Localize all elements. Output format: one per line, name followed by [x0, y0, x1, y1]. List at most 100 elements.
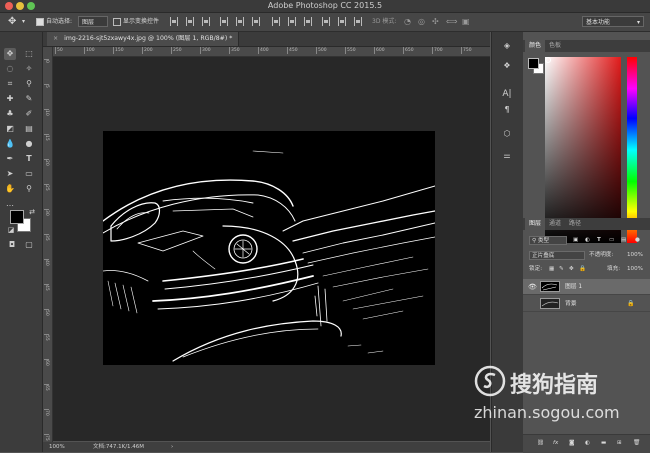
fill-value[interactable]: 100% — [627, 265, 643, 274]
workspace-dropdown[interactable]: 基本功能 ▾ — [582, 16, 644, 27]
3d-pan-icon[interactable]: ✣ — [432, 13, 439, 31]
lock-image-icon[interactable]: ✎ — [559, 265, 564, 274]
tab-paths[interactable]: 路径 — [565, 218, 585, 230]
3d-panel-icon[interactable]: ⬡ — [500, 128, 514, 140]
stamp-tool-icon[interactable]: ♣ — [4, 108, 16, 120]
more-tools-icon[interactable]: … — [4, 198, 16, 210]
lasso-tool-icon[interactable]: ◌ — [4, 63, 16, 75]
align-middle-icon[interactable] — [186, 17, 194, 26]
filter-adjustment-icon[interactable]: ◐ — [585, 236, 590, 245]
status-menu-arrow-icon[interactable]: › — [171, 442, 173, 452]
history-panel-icon[interactable]: ◈ — [500, 40, 514, 52]
tool-preset-chevron-icon[interactable]: ▾ — [22, 13, 25, 31]
layer-row[interactable]: 背景 🔒 — [523, 296, 650, 312]
fill-label: 填充: — [607, 266, 621, 272]
crop-tool-icon[interactable]: ⌗ — [4, 78, 16, 90]
tab-color[interactable]: 颜色 — [525, 40, 546, 52]
eye-icon[interactable]: 👁 — [528, 279, 537, 295]
distribute-bottom-icon[interactable] — [304, 17, 312, 26]
distribute-center-icon[interactable] — [338, 17, 346, 26]
lock-all-icon[interactable]: 🔒 — [579, 265, 586, 274]
brush-tool-icon[interactable]: ✎ — [23, 93, 35, 105]
zoom-tool-icon[interactable]: ⚲ — [23, 183, 35, 195]
vertical-ruler: 0 5 10 15 20 25 30 35 40 45 50 55 60 65 70 75 — [43, 47, 53, 442]
mask-icon[interactable]: ◙ — [569, 439, 574, 448]
layer-thumbnail — [540, 281, 560, 292]
auto-select-checkbox[interactable]: 自动选择: — [36, 13, 72, 31]
filter-toggle-icon[interactable]: ● — [635, 236, 640, 245]
adjustment-icon[interactable]: ◐ — [585, 439, 590, 448]
align-bottom-icon[interactable] — [202, 17, 210, 26]
move-tool-icon[interactable]: ✥ — [4, 48, 16, 60]
distribute-left-icon[interactable] — [322, 17, 330, 26]
filter-shape-icon[interactable]: ▭ — [609, 236, 614, 245]
trash-icon[interactable]: 🗑 — [633, 439, 640, 448]
hue-slider[interactable] — [627, 57, 637, 243]
move-tool-icon[interactable]: ✥ — [8, 13, 16, 31]
tab-channels[interactable]: 通道 — [545, 218, 565, 230]
document-tab[interactable]: × img-2216-sjt5zxawy4x.jpg @ 100% (图层 1,… — [47, 32, 240, 46]
tab-swatches[interactable]: 色板 — [545, 40, 565, 52]
eraser-tool-icon[interactable]: ◩ — [4, 123, 16, 135]
gradient-tool-icon[interactable]: ▤ — [23, 123, 35, 135]
layer-filter-dropdown[interactable]: ⚲ 类型 — [529, 236, 567, 245]
color-foreground-swatch[interactable] — [528, 58, 539, 69]
blend-mode-dropdown[interactable]: 正片叠底 — [529, 251, 585, 260]
hand-tool-icon[interactable]: ✋ — [4, 183, 16, 195]
path-select-tool-icon[interactable]: ➤ — [4, 168, 16, 180]
layer-name[interactable]: 图层 1 — [565, 279, 582, 295]
ruler-tick-label: 55 — [44, 334, 49, 341]
3d-slide-icon[interactable]: ⟺ — [446, 13, 457, 31]
align-right-icon[interactable] — [252, 17, 260, 26]
pen-tool-icon[interactable]: ✒ — [4, 153, 16, 165]
fx-icon[interactable]: fx — [553, 439, 558, 448]
3d-scale-icon[interactable]: ▣ — [462, 13, 470, 31]
align-center-icon[interactable] — [236, 17, 244, 26]
marquee-tool-icon[interactable]: ⬚ — [23, 48, 35, 60]
distribute-middle-icon[interactable] — [288, 17, 296, 26]
auto-select-dropdown[interactable]: 图层 — [78, 16, 108, 27]
quick-mask-icon[interactable]: ◘ — [6, 239, 18, 251]
blur-tool-icon[interactable]: 💧 — [4, 138, 16, 150]
layer-row[interactable]: 👁 图层 1 — [523, 279, 650, 295]
filter-pixel-icon[interactable]: ▣ — [573, 236, 578, 245]
lock-position-icon[interactable]: ✥ — [569, 265, 574, 274]
foreground-color-swatch[interactable] — [10, 210, 24, 224]
distribute-right-icon[interactable] — [354, 17, 362, 26]
align-left-icon[interactable] — [220, 17, 228, 26]
layer-name[interactable]: 背景 — [565, 296, 577, 312]
properties-panel-icon[interactable]: ⚌ — [500, 150, 514, 162]
color-picker-field[interactable] — [545, 57, 621, 243]
default-colors-icon[interactable]: ◪ — [5, 224, 17, 236]
brush-preset-panel-icon[interactable]: ❖ — [500, 60, 514, 72]
color-picker-cursor[interactable] — [545, 57, 551, 63]
paragraph-panel-icon[interactable]: ¶ — [500, 104, 514, 116]
show-transform-checkbox[interactable]: 显示变换控件 — [113, 13, 159, 31]
lock-icon: 🔒 — [627, 300, 635, 307]
eyedropper-tool-icon[interactable]: ⚲ — [23, 78, 35, 90]
dodge-tool-icon[interactable]: ● — [23, 138, 35, 150]
rectangle-tool-icon[interactable]: ▭ — [23, 168, 35, 180]
screen-mode-icon[interactable]: ▢ — [23, 239, 35, 251]
character-panel-icon[interactable]: A| — [500, 88, 514, 100]
zoom-level[interactable]: 100% — [49, 442, 65, 452]
align-top-icon[interactable] — [170, 17, 178, 26]
lock-transparency-icon[interactable]: ▦ — [549, 265, 554, 274]
link-icon[interactable]: ⛓ — [537, 439, 544, 448]
history-brush-tool-icon[interactable]: ✐ — [23, 108, 35, 120]
group-icon[interactable]: ▬ — [601, 439, 606, 448]
tab-layers[interactable]: 图层 — [525, 218, 546, 230]
magic-wand-tool-icon[interactable]: ✧ — [23, 63, 35, 75]
opacity-value[interactable]: 100% — [627, 251, 643, 260]
close-icon[interactable]: × — [53, 35, 58, 42]
type-tool-icon[interactable]: T — [23, 153, 35, 165]
new-layer-icon[interactable]: ⊞ — [617, 439, 622, 448]
filter-type-icon[interactable]: T — [597, 236, 601, 245]
3d-rotate-icon[interactable]: ◔ — [404, 13, 411, 31]
distribute-top-icon[interactable] — [272, 17, 280, 26]
filter-smart-object-icon[interactable]: ▤ — [621, 236, 626, 245]
swap-colors-icon[interactable]: ⇄ — [26, 206, 38, 218]
image-canvas[interactable] — [103, 131, 435, 365]
3d-roll-icon[interactable]: ◎ — [418, 13, 425, 31]
healing-tool-icon[interactable]: ✚ — [4, 93, 16, 105]
